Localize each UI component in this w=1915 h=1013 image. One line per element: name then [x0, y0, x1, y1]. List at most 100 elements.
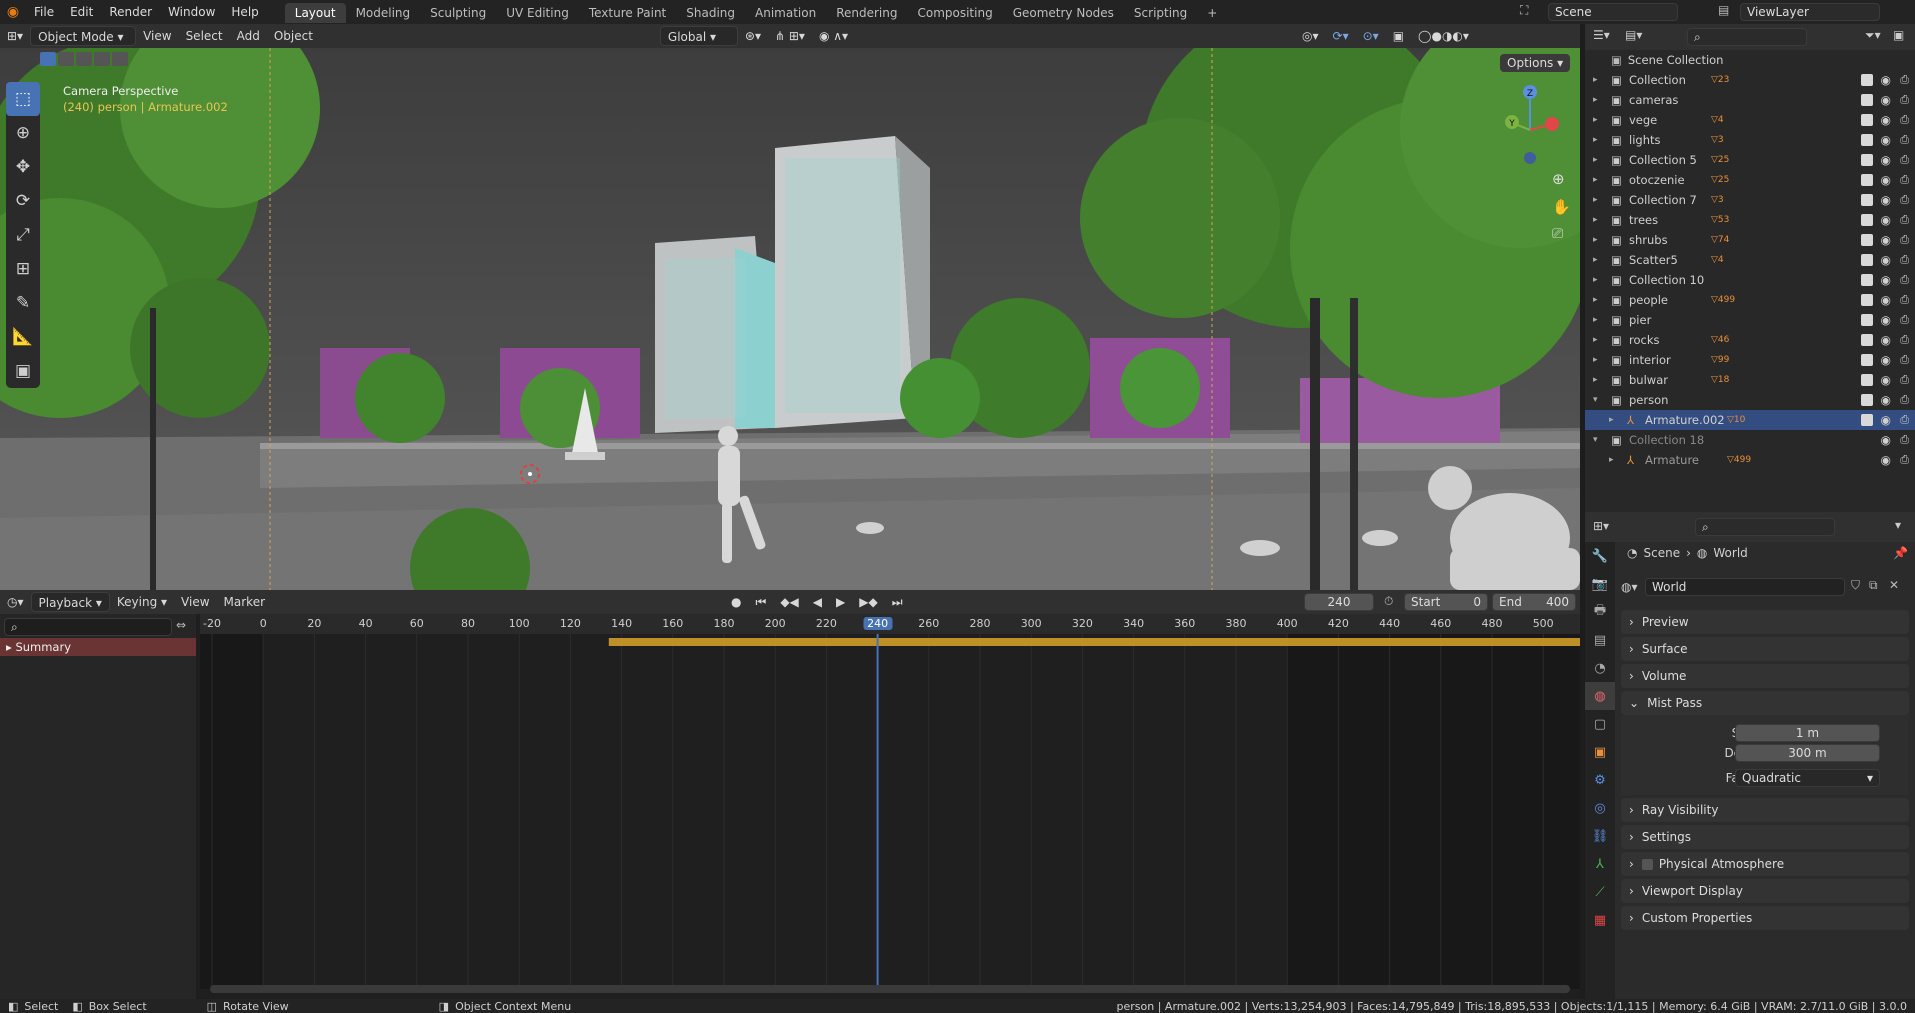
render-camera-icon[interactable]: ⎙ [1900, 253, 1909, 267]
select-box-tool-icon[interactable]: ⬚ [6, 82, 40, 116]
exclude-checkbox[interactable] [1861, 74, 1873, 86]
render-camera-icon[interactable]: ⎙ [1900, 93, 1909, 107]
outliner-row[interactable]: ▸ ▣ Collection 10 ◉ ⎙ [1585, 270, 1915, 290]
collapse-arrow-icon[interactable]: ▸ [1593, 195, 1598, 205]
scene-collection-row[interactable]: ▣ Scene Collection [1585, 50, 1915, 70]
tab-texture-paint[interactable]: Texture Paint [579, 3, 676, 23]
tab-scripting[interactable]: Scripting [1124, 3, 1197, 23]
annotate-tool-icon[interactable]: ✎ [6, 286, 40, 320]
world-datablock-icon[interactable]: ◍▾ [1621, 580, 1641, 594]
visibility-eye-icon[interactable]: ◉ [1881, 413, 1891, 427]
collapse-arrow-icon[interactable]: ▸ [1593, 75, 1598, 85]
collapse-arrow-icon[interactable]: ▸ [1593, 215, 1598, 225]
record-icon[interactable]: ● [724, 592, 748, 612]
render-camera-icon[interactable]: ⎙ [1900, 153, 1909, 167]
zoom-icon[interactable]: ⊕ [1552, 170, 1565, 188]
overlay-icon[interactable]: ⊙▾ [1356, 26, 1386, 46]
properties-search-input[interactable]: ⌕ [1695, 518, 1835, 536]
render-camera-icon[interactable]: ⎙ [1900, 353, 1909, 367]
exclude-checkbox[interactable] [1861, 354, 1873, 366]
render-camera-icon[interactable]: ⎙ [1900, 313, 1909, 327]
panel-settings[interactable]: › Settings [1621, 825, 1909, 849]
bone-tab-icon[interactable]: ⟋ [1585, 878, 1615, 906]
visibility-eye-icon[interactable]: ◉ [1881, 93, 1891, 107]
menu-object[interactable]: Object [267, 26, 320, 46]
tab-geometry-nodes[interactable]: Geometry Nodes [1003, 3, 1124, 23]
outliner-editor-icon[interactable]: ☰▾ [1593, 28, 1610, 42]
render-camera-icon[interactable]: ⎙ [1900, 273, 1909, 287]
tab-rendering[interactable]: Rendering [826, 3, 907, 23]
summary-channel[interactable]: ▸ Summary [0, 638, 196, 656]
tab-layout[interactable]: Layout [284, 3, 346, 23]
outliner-row[interactable]: ▸ ▣ Collection 7 ▽3 ◉ ⎙ [1585, 190, 1915, 210]
keyframe-strip[interactable] [608, 638, 1580, 646]
stopwatch-icon[interactable]: ⏱ [1384, 594, 1393, 609]
new-collection-icon[interactable]: ▣ [1893, 28, 1904, 42]
options-button[interactable]: Options ▾ [1500, 54, 1571, 72]
outliner-row[interactable]: ▸ ▣ lights ▽3 ◉ ⎙ [1585, 130, 1915, 150]
object-tab-icon[interactable]: ▣ [1585, 738, 1615, 766]
mist-falloff-dropdown[interactable]: Quadratic ▾ [1735, 769, 1880, 787]
collapse-arrow-icon[interactable]: ▸ [1593, 315, 1598, 325]
move-tool-icon[interactable]: ✥ [6, 150, 40, 184]
collapse-arrow-icon[interactable]: ▸ [1593, 135, 1598, 145]
panel-volume[interactable]: › Volume [1621, 664, 1909, 688]
panel-ray-visibility[interactable]: › Ray Visibility [1621, 798, 1909, 822]
collapse-arrow-icon[interactable]: ▸ [1593, 115, 1598, 125]
visibility-eye-icon[interactable]: ◉ [1881, 113, 1891, 127]
tab-modeling[interactable]: Modeling [346, 3, 421, 23]
visibility-eye-icon[interactable]: ◉ [1881, 353, 1891, 367]
outliner-row[interactable]: ▸ ⅄ Armature ▽499 ◉ ⎙ [1585, 450, 1915, 470]
pan-hand-icon[interactable]: ✋ [1552, 198, 1571, 216]
select-invert-icon[interactable] [94, 52, 110, 66]
output-tab-icon[interactable]: 🖶 [1585, 598, 1615, 626]
expand-arrow-icon[interactable]: ▾ [1593, 395, 1598, 405]
render-tab-icon[interactable]: 📷 [1585, 570, 1615, 598]
visibility-eye-icon[interactable]: ◉ [1881, 273, 1891, 287]
menu-edit[interactable]: Edit [62, 0, 101, 24]
render-camera-icon[interactable]: ⎙ [1900, 213, 1909, 227]
collapse-arrow-icon[interactable]: ▸ [1593, 155, 1598, 165]
select-extend-icon[interactable] [58, 52, 74, 66]
transform-tool-icon[interactable]: ⊞ [6, 252, 40, 286]
render-camera-icon[interactable]: ⎙ [1900, 293, 1909, 307]
properties-editor-icon[interactable]: ⊞▾ [1593, 519, 1609, 533]
menu-view[interactable]: View [136, 26, 178, 46]
render-camera-icon[interactable]: ⎙ [1900, 173, 1909, 187]
menu-render[interactable]: Render [101, 0, 160, 24]
display-mode-icon[interactable]: ▤▾ [1625, 28, 1642, 42]
collapse-arrow-icon[interactable]: ▸ [1593, 95, 1598, 105]
exclude-checkbox[interactable] [1861, 154, 1873, 166]
render-camera-icon[interactable]: ⎙ [1900, 413, 1909, 427]
menu-select[interactable]: Select [179, 26, 230, 46]
visibility-icon[interactable]: ◎▾ [1295, 26, 1326, 46]
world-tab-icon[interactable]: ◍ [1585, 682, 1615, 710]
timeline-scrollbar[interactable] [210, 985, 1570, 993]
timeline-view-menu[interactable]: View [174, 592, 216, 612]
menu-help[interactable]: Help [223, 0, 266, 24]
mist-depth-field[interactable]: 300 m [1735, 744, 1880, 762]
jump-keyframe-back-icon[interactable]: ◆◀ [773, 592, 805, 612]
outliner-row[interactable]: ▾ ▣ person ◉ ⎙ [1585, 390, 1915, 410]
physical-atmosphere-checkbox[interactable] [1641, 858, 1653, 870]
outliner-row[interactable]: ▸ ▣ cameras ◉ ⎙ [1585, 90, 1915, 110]
outliner-row[interactable]: ▸ ▣ Scatter5 ▽4 ◉ ⎙ [1585, 250, 1915, 270]
exclude-checkbox[interactable] [1861, 94, 1873, 106]
outliner-search-input[interactable]: ⌕ [1687, 28, 1807, 46]
visibility-eye-icon[interactable]: ◉ [1881, 193, 1891, 207]
render-camera-icon[interactable]: ⎙ [1900, 233, 1909, 247]
shading-modes-icon[interactable]: ◯●◑◐▾ [1411, 26, 1476, 46]
tab-animation[interactable]: Animation [745, 3, 826, 23]
outliner-row[interactable]: ▸ ▣ people ▽499 ◉ ⎙ [1585, 290, 1915, 310]
jump-start-icon[interactable]: ⏮ [749, 592, 774, 612]
rotate-tool-icon[interactable]: ⟳ [6, 184, 40, 218]
exclude-checkbox[interactable] [1861, 274, 1873, 286]
menu-file[interactable]: File [26, 0, 62, 24]
editor-type-icon[interactable]: ⊞▾ [0, 26, 30, 46]
mode-dropdown[interactable]: Object Mode ▾ [30, 26, 137, 46]
exclude-checkbox[interactable] [1861, 214, 1873, 226]
tab-shading[interactable]: Shading [676, 3, 745, 23]
marker-menu[interactable]: Marker [217, 592, 272, 612]
xray-icon[interactable]: ▣ [1386, 26, 1411, 46]
outliner-row[interactable]: ▸ ▣ vege ▽4 ◉ ⎙ [1585, 110, 1915, 130]
